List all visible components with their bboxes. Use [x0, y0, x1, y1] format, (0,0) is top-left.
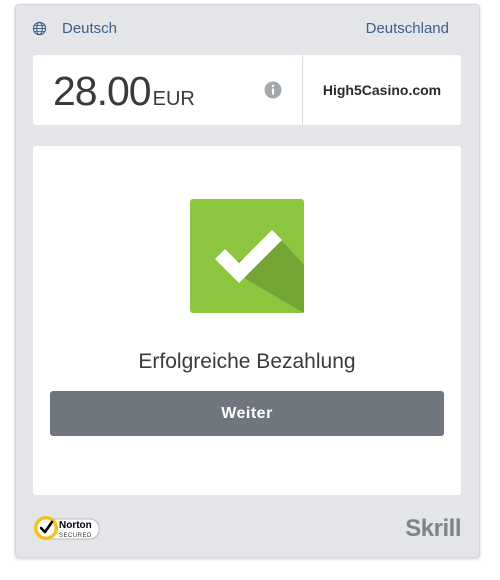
language-label: Deutsch: [62, 20, 118, 37]
country-selector[interactable]: Deutschland: [366, 20, 449, 37]
success-check-icon: [190, 199, 304, 313]
status-card: Erfolgreiche Bezahlung Weiter: [33, 146, 461, 495]
norton-sub: SECURED: [59, 533, 92, 539]
norton-secured-badge: Norton SECURED: [33, 513, 101, 543]
success-message: Erfolgreiche Bezahlung: [138, 350, 356, 373]
globe-icon: [32, 21, 47, 36]
payment-panel: Deutsch Deutschland 28.00 EUR High5Casin…: [15, 4, 480, 558]
amount-currency: EUR: [152, 88, 195, 110]
norton-text: Norton SECURED: [59, 516, 92, 540]
continue-button[interactable]: Weiter: [50, 391, 444, 436]
top-bar: Deutsch Deutschland: [16, 5, 479, 51]
language-selector[interactable]: Deutsch: [32, 20, 117, 37]
footer: Norton SECURED Skrill: [16, 503, 479, 557]
merchant-name: High5Casino.com: [322, 82, 442, 98]
skrill-logo: Skrill: [405, 515, 461, 542]
norton-name: Norton: [59, 520, 92, 531]
payment-amount: 28.00 EUR: [53, 68, 195, 115]
amount-card: 28.00 EUR High5Casino.com: [33, 55, 461, 125]
amount-value: 28.00: [53, 68, 152, 114]
info-icon[interactable]: [264, 81, 282, 99]
